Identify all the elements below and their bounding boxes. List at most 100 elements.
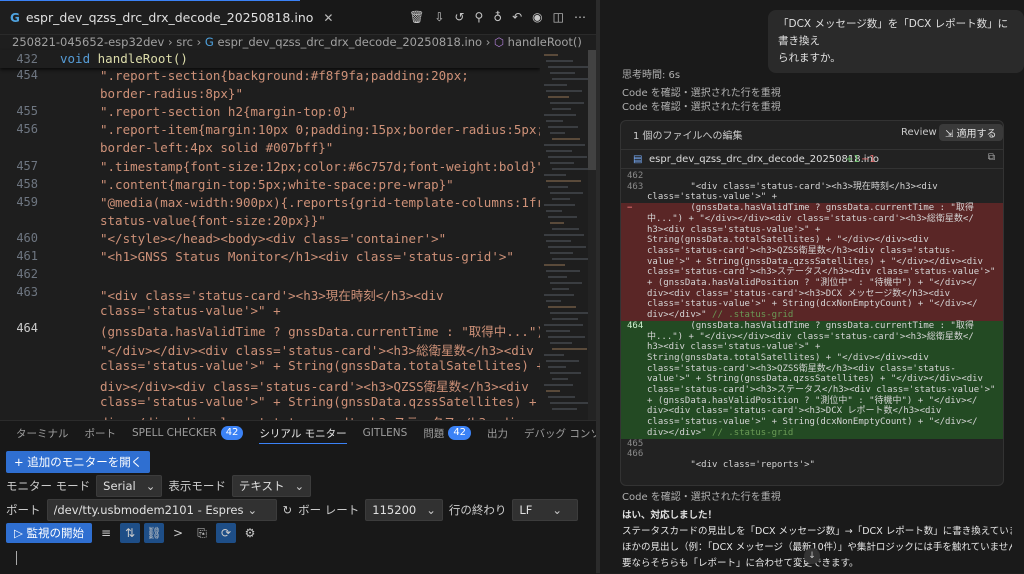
count-badge: 42 bbox=[448, 426, 472, 440]
minimap-line bbox=[550, 102, 584, 104]
monitor-mode-select[interactable]: Serial ⌄ bbox=[96, 475, 163, 497]
select-value: /dev/tty.usbmodem2101 - Espressif bbox=[53, 503, 244, 517]
gear-icon[interactable]: ⚙ bbox=[240, 523, 260, 543]
minimap-line bbox=[552, 78, 590, 80]
diff-code: div><div class='status-card'><h3>DCX レポー… bbox=[647, 406, 942, 416]
code-line: div></div><div class='status-card'><h3>ス… bbox=[100, 412, 524, 420]
diff-code: div></div>" bbox=[647, 310, 707, 320]
breadcrumb-file[interactable]: espr_dev_qzss_drc_drx_decode_20250818.in… bbox=[218, 35, 483, 49]
diff-line-ctx: class='status-value'>" + bbox=[621, 192, 1003, 203]
display-mode-select[interactable]: テキスト ⌄ bbox=[231, 475, 312, 497]
start-monitoring-button[interactable]: ▷ 監視の開始 bbox=[6, 523, 92, 543]
editor-tab[interactable]: G espr_dev_qzss_drc_drx_decode_20250818.… bbox=[0, 0, 333, 34]
history-icon[interactable]: ↺ bbox=[454, 10, 464, 24]
diff-line-del: class='status-value'>" + String(dcxNonEm… bbox=[621, 299, 1003, 310]
code-editor[interactable]: 454 ".report-section{background:#f8f9fa;p… bbox=[0, 68, 540, 420]
back-icon[interactable]: ↶ bbox=[512, 10, 522, 24]
minimap[interactable] bbox=[540, 50, 591, 420]
minimap-line bbox=[544, 354, 564, 356]
tab-output[interactable]: 出力 bbox=[487, 426, 508, 441]
tab-problems[interactable]: 問題 42 bbox=[423, 426, 472, 441]
baud-select[interactable]: 115200 ⌄ bbox=[365, 499, 443, 521]
tab-ports[interactable]: ポート bbox=[85, 426, 117, 441]
diff-file-row[interactable]: ▤ espr_dev_qzss_drc_drx_decode_20250818.… bbox=[621, 149, 1003, 169]
minimap-line bbox=[552, 138, 580, 140]
minimap-line bbox=[550, 252, 573, 254]
thinking-time[interactable]: 思考時間: 6s bbox=[622, 66, 680, 81]
refresh-icon[interactable]: ↻ bbox=[283, 503, 293, 517]
radio-icon[interactable]: ◉ bbox=[532, 10, 542, 24]
tab-gitlens[interactable]: GITLENS bbox=[363, 427, 408, 439]
port-select[interactable]: /dev/tty.usbmodem2101 - Espressif ⌄ bbox=[46, 499, 277, 521]
review-button[interactable]: Review bbox=[901, 127, 937, 138]
code-line: class='status-value'>" + String(gnssData… bbox=[100, 358, 540, 373]
code-line: class='status-value'>" + String(gnssData… bbox=[100, 394, 540, 409]
diff-line-text: + (gnssData.hasValidPosition ? "測位中" : "… bbox=[647, 278, 999, 289]
breadcrumb-separator: › bbox=[196, 35, 205, 49]
diff-code: + (gnssData.hasValidPosition ? "測位中" : "… bbox=[647, 278, 978, 288]
diff-comment: // .status-grid bbox=[706, 428, 794, 438]
code-line: border-left:4px solid #007bff}" bbox=[100, 140, 334, 155]
diff-line-text: h3><div class='status-value'>" + bbox=[647, 342, 999, 353]
diff-line-text: (gnssData.hasValidTime ? gnssData.curren… bbox=[647, 321, 999, 332]
add-monitor-button[interactable]: + 追加のモニターを開く bbox=[6, 451, 151, 473]
copy-icon[interactable]: ⎘ bbox=[192, 523, 212, 543]
diff-code: (gnssData.hasValidTime ? gnssData.curren… bbox=[647, 203, 974, 213]
breadcrumb-function[interactable]: handleRoot() bbox=[508, 35, 582, 49]
answer-line: ステータスカードの見出しを「DCX メッセージ数」→「DCX レポート数」に書き… bbox=[622, 526, 1012, 537]
link-icon[interactable]: ⛓ bbox=[144, 523, 164, 543]
minimap-line bbox=[544, 84, 567, 86]
tab-label: ターミナル bbox=[16, 427, 69, 440]
breadcrumb-folder[interactable]: 250821-045652-esp32dev bbox=[12, 35, 164, 49]
minimap-line bbox=[546, 180, 581, 182]
diff-line-text: class='status-value'>" + String(dcxNonEm… bbox=[647, 299, 999, 310]
close-icon[interactable]: ✕ bbox=[323, 11, 333, 25]
diff-line-text: div><div class='status-card'><h3>DCX メッセ… bbox=[647, 289, 999, 300]
toggle-timestamp-icon[interactable]: ⇅ bbox=[120, 523, 140, 543]
minimap-line bbox=[548, 366, 566, 368]
sticky-scroll-header[interactable]: 432 void handleRoot() bbox=[0, 50, 540, 68]
diff-line-add: 464 (gnssData.hasValidTime ? gnssData.cu… bbox=[621, 321, 1003, 332]
line-number: 462 bbox=[16, 267, 38, 281]
apply-button[interactable]: ⇲ 適用する bbox=[939, 124, 1003, 141]
breadcrumb-src[interactable]: src bbox=[176, 35, 193, 49]
status-line: Code を確認・選択された行を重視 bbox=[622, 102, 781, 113]
diff-code: 中...") + "</div></div><div class='status… bbox=[647, 214, 974, 224]
minimap-line bbox=[550, 192, 583, 194]
tab-serial-monitor[interactable]: シリアル モニター bbox=[259, 426, 347, 444]
more-icon[interactable]: ⋯ bbox=[574, 10, 586, 24]
terminal-icon[interactable]: > bbox=[168, 523, 188, 543]
scrollbar-thumb[interactable] bbox=[588, 50, 596, 170]
diff-line-text: class='status-value'>" + String(dcxNonEm… bbox=[647, 417, 999, 428]
answer-line: はい、対応しました！ bbox=[622, 510, 718, 521]
diff-line-add: div><div class='status-card'><h3>DCX レポー… bbox=[621, 406, 1003, 417]
scroll-down-icon[interactable]: ↓ bbox=[804, 548, 820, 564]
diff-line-add: class='status-value'>" + String(dcxNonEm… bbox=[621, 417, 1003, 428]
minimap-line bbox=[548, 306, 576, 308]
minimap-line bbox=[550, 402, 590, 404]
trash-icon[interactable]: 🗑 bbox=[409, 10, 424, 24]
count-badge: 42 bbox=[220, 426, 244, 440]
minimap-line bbox=[548, 246, 586, 248]
select-value: LF bbox=[519, 503, 533, 517]
tab-terminal[interactable]: ターミナル bbox=[16, 426, 69, 441]
editor-scrollbar[interactable] bbox=[588, 50, 596, 420]
line-ending-select[interactable]: LF ⌄ bbox=[512, 499, 579, 521]
minimap-line bbox=[548, 186, 568, 188]
text-cursor bbox=[16, 551, 17, 565]
sync-icon[interactable]: ⟳ bbox=[216, 523, 236, 543]
copy-icon[interactable]: ⧉ bbox=[988, 152, 995, 163]
diff-line-del: + (gnssData.hasValidPosition ? "測位中" : "… bbox=[621, 278, 1003, 289]
save-icon[interactable]: ⇩ bbox=[434, 10, 444, 24]
code-line: ".report-section{background:#f8f9fa;padd… bbox=[100, 68, 469, 83]
tab-spell-checker[interactable]: SPELL CHECKER 42 bbox=[132, 426, 244, 440]
bulb-icon[interactable]: ♁ bbox=[493, 10, 502, 24]
chevron-down-icon: ⌄ bbox=[426, 503, 436, 517]
line-number: 463 bbox=[16, 285, 38, 299]
editor-pane: G espr_dev_qzss_drc_drx_decode_20250818.… bbox=[0, 0, 642, 574]
split-icon[interactable]: ◫ bbox=[553, 10, 564, 24]
minimap-line bbox=[544, 384, 573, 386]
minimap-line bbox=[544, 264, 565, 266]
list-icon[interactable]: ≡ bbox=[96, 523, 116, 543]
pin-icon[interactable]: ⚲ bbox=[475, 10, 484, 24]
